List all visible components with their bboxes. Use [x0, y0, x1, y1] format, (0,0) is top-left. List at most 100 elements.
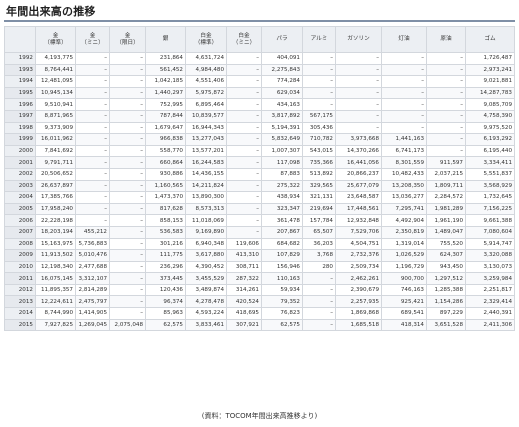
table-cell: 117,098	[261, 156, 303, 169]
table-cell: –	[335, 86, 382, 100]
table-cell: 1,473,370	[145, 191, 186, 204]
header-sublabel: （ミニ）	[81, 39, 104, 46]
table-cell: 966,838	[145, 133, 186, 146]
year-cell: 1998	[4, 121, 36, 135]
table-cell: 308,711	[226, 260, 262, 274]
table-cell: –	[75, 214, 110, 227]
table-row: 2000 7,841,692– –558,770 13,577,201–1,007,3…	[4, 144, 515, 158]
table-cell: 3,617,880	[185, 249, 227, 262]
table-cell: –	[109, 75, 146, 88]
table-cell: 561,452	[145, 63, 186, 77]
year-cell: 1999	[4, 133, 36, 146]
table-cell: –	[302, 75, 336, 88]
table-cell: –	[109, 179, 146, 193]
table-cell: 26,637,897	[35, 179, 76, 193]
table-cell: –	[109, 121, 146, 135]
table-cell: –	[335, 109, 382, 123]
year-cell: 2001	[4, 156, 36, 169]
table-cell: –	[381, 75, 427, 88]
table-cell: 1,679,647	[145, 121, 186, 135]
header-label: 白金	[238, 32, 250, 39]
table-cell: 8,301,559	[381, 156, 427, 169]
table-cell: 20,506,652	[35, 167, 76, 181]
table-cell: 20,866,237	[335, 167, 382, 181]
header-cell: 原油	[426, 26, 466, 53]
table-body: 1992 4,193,775– –231,864 4,631,724–404,091–…	[4, 52, 515, 332]
table-cell: –	[302, 295, 336, 309]
table-cell: –	[75, 109, 110, 123]
year-cell: 1997	[4, 109, 36, 123]
table-cell: –	[426, 63, 466, 77]
table-cell: 7,927,825	[35, 318, 76, 332]
table-cell: 2,037,215	[426, 167, 466, 181]
table-cell: 236,296	[145, 260, 186, 274]
table-cell: –	[109, 156, 146, 169]
table-cell: 3,259,984	[465, 272, 515, 285]
table-cell: 2,509,734	[335, 260, 382, 274]
table-cell: 3,334,411	[465, 156, 515, 169]
table-cell: 7,295,741	[381, 202, 427, 216]
table-cell: 536,583	[145, 225, 186, 239]
volume-table: 金（標準）金（ミニ）金（限日）銀白金 （標準） 白金 （ミニ） パラ アルミ ガソリン 灯油原…	[4, 26, 515, 332]
table-row: 1992 4,193,775– –231,864 4,631,724–404,091–…	[4, 52, 515, 65]
table-cell: 1,809,711	[426, 179, 466, 193]
table-cell: 6,741,173	[381, 144, 427, 158]
year-cell: 2013	[4, 295, 36, 309]
table-cell: 12,198,340	[35, 260, 76, 274]
header-sublabel: （標準）	[44, 39, 67, 46]
table-cell: 87,883	[261, 167, 303, 181]
table-cell: –	[426, 75, 466, 88]
table-cell: –	[426, 133, 466, 146]
header-cell: ゴム	[465, 26, 515, 53]
table-cell: –	[109, 109, 146, 123]
table-cell: 7,529,706	[335, 225, 382, 239]
table-cell: –	[302, 318, 336, 332]
table-cell: –	[302, 283, 336, 297]
table-cell: 1,414,905	[75, 307, 110, 320]
table-header: 金（標準）金（ミニ）金（限日）銀白金 （標準） 白金 （ミニ） パラ アルミ ガソリン 灯油原…	[4, 26, 515, 53]
table-cell: –	[426, 109, 466, 123]
table-cell: 3,817,892	[261, 109, 303, 123]
table-cell: 12,932,848	[335, 214, 382, 227]
table-cell: 567,175	[302, 109, 336, 123]
table-cell: –	[226, 225, 262, 239]
table-cell: –	[226, 214, 262, 227]
year-cell: 2012	[4, 283, 36, 297]
table-row: 1997 8,871,965– –787,844 10,839,577–3,817,8…	[4, 109, 515, 123]
table-cell: 65,507	[302, 225, 336, 239]
table-cell: –	[226, 121, 262, 135]
table-cell: –	[109, 272, 146, 285]
header-cell: 金（標準）	[35, 26, 76, 53]
table-cell: –	[226, 144, 262, 158]
table-cell: 13,036,277	[381, 191, 427, 204]
table-cell: 404,091	[261, 52, 303, 65]
table-cell: –	[109, 249, 146, 262]
table-cell: 3,768	[302, 249, 336, 262]
year-cell: 2011	[4, 272, 36, 285]
table-row: 1994 12,481,095– –1,042,185 4,551,406–774,2…	[4, 75, 515, 88]
table-cell: 13,277,043	[185, 133, 227, 146]
table-cell: 755,520	[426, 237, 466, 251]
year-cell: 1993	[4, 63, 36, 77]
table-cell: –	[381, 86, 427, 100]
table-cell: 1,160,565	[145, 179, 186, 193]
table-cell: 3,320,088	[465, 249, 515, 262]
table-cell: 1,732,645	[465, 191, 515, 204]
source-note: (資料：TOCOM年間出来高推移より)	[201, 412, 318, 420]
table-row: 2014 8,744,990 1,414,905–85,963 4,593,224 41…	[4, 307, 515, 320]
table-cell: –	[109, 144, 146, 158]
table-cell: 12,224,611	[35, 295, 76, 309]
table-cell: 787,844	[145, 109, 186, 123]
table-row: 2008 15,163,975 5,736,883–301,216 6,940,348…	[4, 237, 515, 251]
year-cell: 2010	[4, 260, 36, 274]
table-cell: –	[109, 260, 146, 274]
table-cell: 911,597	[426, 156, 466, 169]
header-cell: 白金 （標準）	[185, 26, 227, 53]
table-cell: 2,814,289	[75, 283, 110, 297]
table-cell: 329,565	[302, 179, 336, 193]
year-cell: 2007	[4, 225, 36, 239]
table-cell: 314,261	[226, 283, 262, 297]
table-cell: –	[109, 237, 146, 251]
table-cell: –	[75, 202, 110, 216]
table-row: 1996 9,510,941– –752,995 6,895,464–434,163–…	[4, 98, 515, 111]
